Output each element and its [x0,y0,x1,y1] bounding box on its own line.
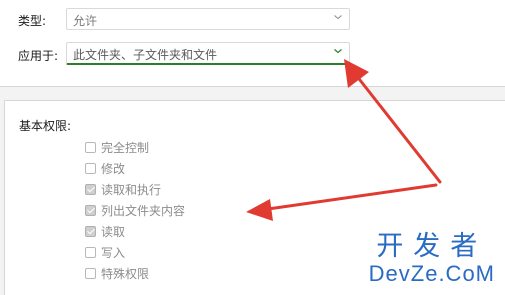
permission-modify[interactable]: 修改 [85,160,125,177]
permission-label: 读取 [101,225,126,239]
permission-label: 读取和执行 [101,183,162,197]
type-dropdown-value: 允许 [73,14,98,28]
checkbox[interactable] [85,268,96,279]
permission-label: 修改 [101,162,126,176]
watermark: 开发者 DevZe.CoM [369,232,495,286]
checkbox[interactable] [85,226,96,237]
basic-permissions-title: 基本权限: [19,119,72,133]
checkbox[interactable] [85,142,96,153]
watermark-line2: DevZe.CoM [368,261,495,286]
permission-list-folder-contents[interactable]: 列出文件夹内容 [85,202,185,219]
checkbox[interactable] [85,163,96,174]
permission-label: 特殊权限 [101,267,150,281]
checkbox[interactable] [85,247,96,258]
chevron-down-icon [334,15,342,20]
permission-read-execute[interactable]: 读取和执行 [85,181,161,198]
permission-read[interactable]: 读取 [85,223,125,240]
permission-write[interactable]: 写入 [85,244,125,261]
type-dropdown[interactable]: 允许 [66,8,350,30]
chevron-down-icon [334,49,342,54]
permission-label: 完全控制 [101,141,150,155]
permission-special[interactable]: 特殊权限 [85,265,149,282]
permission-full-control[interactable]: 完全控制 [85,139,149,156]
top-section: 类型: 允许 应用于: 此文件夹、子文件夹和文件 [0,0,505,87]
watermark-line1: 开发者 [376,231,488,262]
permission-label: 写入 [101,246,126,260]
type-label: 类型: [18,14,47,28]
applies-to-dropdown-value: 此文件夹、子文件夹和文件 [73,48,218,62]
applies-to-label: 应用于: [18,49,59,63]
applies-to-dropdown[interactable]: 此文件夹、子文件夹和文件 [66,42,350,65]
permission-label: 列出文件夹内容 [101,204,186,218]
checkbox[interactable] [85,205,96,216]
checkbox[interactable] [85,184,96,195]
